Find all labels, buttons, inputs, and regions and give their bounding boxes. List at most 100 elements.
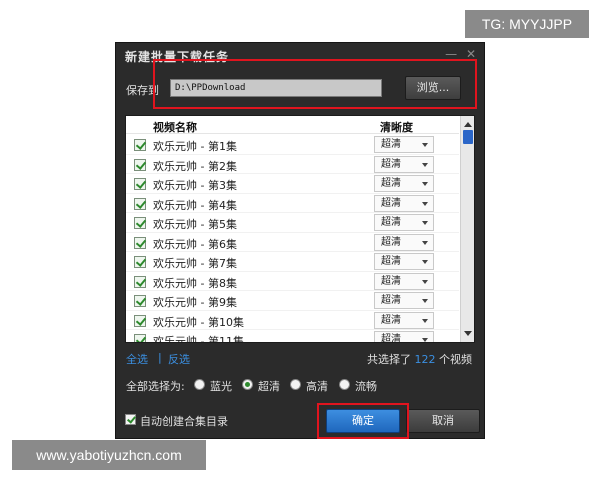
item-definition-value: 超清 — [381, 158, 401, 170]
auto-create-checkbox[interactable] — [125, 414, 136, 425]
item-name: 欢乐元帅 - 第3集 — [153, 179, 237, 192]
radio-hd[interactable] — [290, 379, 301, 390]
list-item[interactable]: 欢乐元帅 - 第2集 超清 — [126, 155, 459, 174]
list-item[interactable]: 欢乐元帅 - 第3集 超清 — [126, 174, 459, 194]
list-item[interactable]: 欢乐元帅 - 第8集 超清 — [126, 272, 459, 291]
list-item[interactable]: 欢乐元帅 - 第1集 超清 — [126, 135, 459, 155]
selected-prefix: 共选择了 — [367, 353, 411, 366]
item-name: 欢乐元帅 - 第9集 — [153, 296, 237, 309]
selected-count-text: 共选择了 122 个视频 — [367, 351, 472, 367]
item-checkbox[interactable] — [134, 256, 146, 268]
watermark-bottom: www.yabotiyuzhcn.com — [12, 440, 206, 470]
item-definition-select[interactable]: 超清 — [374, 253, 434, 270]
item-checkbox[interactable] — [134, 158, 146, 171]
item-checkbox[interactable] — [134, 295, 146, 307]
item-definition-select[interactable]: 超清 — [374, 272, 434, 290]
item-checkbox[interactable] — [134, 197, 146, 210]
item-definition-select[interactable]: 超清 — [374, 136, 434, 153]
item-definition-select[interactable]: 超清 — [374, 194, 434, 212]
invert-select-link[interactable]: 反选 — [168, 351, 190, 367]
list-item[interactable]: 欢乐元帅 - 第11集 超清 — [126, 330, 459, 343]
selection-row: 全选 | 反选 共选择了 122 个视频 — [126, 351, 476, 367]
list-item[interactable]: 欢乐元帅 - 第10集 超清 — [126, 311, 459, 330]
item-definition-value: 超清 — [381, 236, 401, 248]
item-checkbox[interactable] — [134, 139, 146, 151]
item-name: 欢乐元帅 - 第10集 — [153, 315, 244, 329]
browse-button[interactable]: 浏览... — [405, 76, 461, 100]
item-name: 欢乐元帅 - 第6集 — [153, 237, 237, 251]
item-checkbox[interactable] — [134, 217, 146, 229]
batch-download-dialog: 新建批量下载任务 — ✕ 保存到 D:\PPDownload 浏览... 视频名… — [115, 42, 485, 439]
dropdown-arrow-icon — [422, 143, 428, 147]
item-definition-select[interactable]: 超清 — [374, 155, 434, 173]
scroll-up-icon[interactable] — [464, 122, 472, 127]
selected-suffix: 个视频 — [439, 353, 472, 366]
select-all-link[interactable]: 全选 — [126, 351, 148, 367]
item-definition-value: 超清 — [381, 334, 401, 343]
item-name: 欢乐元帅 - 第1集 — [153, 140, 237, 153]
minimize-icon[interactable]: — — [445, 47, 457, 61]
dropdown-arrow-icon — [422, 162, 428, 167]
dialog-title: 新建批量下载任务 — [125, 50, 230, 64]
footer-row: 自动创建合集目录 确定 取消 — [116, 405, 484, 435]
item-name: 欢乐元帅 - 第2集 — [153, 159, 237, 173]
list-item[interactable]: 欢乐元帅 - 第6集 超清 — [126, 233, 459, 252]
item-definition-value: 超清 — [381, 139, 401, 150]
cancel-button[interactable]: 取消 — [406, 409, 480, 433]
title-bar: 新建批量下载任务 — ✕ — [116, 43, 484, 67]
list-header: 视频名称 清晰度 — [126, 116, 459, 134]
item-definition-select[interactable]: 超清 — [374, 214, 434, 231]
item-definition-value: 超清 — [381, 275, 401, 287]
item-checkbox[interactable] — [134, 236, 146, 249]
save-path-input[interactable]: D:\PPDownload — [170, 79, 382, 97]
link-separator: | — [158, 351, 162, 364]
item-checkbox[interactable] — [134, 314, 146, 327]
ok-button[interactable]: 确定 — [326, 409, 400, 433]
select-all-as-label: 全部选择为: — [126, 380, 185, 393]
window-controls: — ✕ — [440, 47, 476, 61]
radio-bluray[interactable] — [194, 379, 205, 390]
item-checkbox[interactable] — [134, 178, 146, 190]
dropdown-arrow-icon — [422, 260, 428, 264]
save-to-label: 保存到 — [126, 84, 159, 97]
watermark-top: TG: MYYJJPP — [465, 10, 589, 38]
radio-label-smooth: 流畅 — [355, 380, 377, 393]
dropdown-arrow-icon — [422, 299, 428, 303]
radio-label-bluray: 蓝光 — [210, 380, 232, 393]
item-definition-value: 超清 — [381, 217, 401, 228]
list-item[interactable]: 欢乐元帅 - 第4集 超清 — [126, 194, 459, 213]
dropdown-arrow-icon — [422, 240, 428, 245]
item-name: 欢乐元帅 - 第4集 — [153, 198, 237, 212]
selected-count: 122 — [414, 353, 436, 366]
item-definition-value: 超清 — [381, 295, 401, 306]
list-item[interactable]: 欢乐元帅 - 第9集 超清 — [126, 291, 459, 311]
item-definition-select[interactable]: 超清 — [374, 292, 434, 309]
column-header-name: 视频名称 — [153, 121, 197, 134]
dropdown-arrow-icon — [422, 338, 428, 342]
video-list: 视频名称 清晰度 欢乐元帅 - 第1集 超清 欢乐元帅 - 第2集 超清 欢乐元帅 - … — [125, 115, 475, 343]
close-icon[interactable]: ✕ — [466, 47, 476, 61]
quality-select-all-row: 全部选择为: 蓝光 超清 高清 流畅 — [126, 378, 476, 394]
item-name: 欢乐元帅 - 第5集 — [153, 218, 237, 231]
item-checkbox[interactable] — [134, 334, 146, 342]
dropdown-arrow-icon — [422, 318, 428, 323]
scroll-thumb[interactable] — [463, 130, 473, 144]
dropdown-arrow-icon — [422, 279, 428, 284]
radio-smooth[interactable] — [339, 379, 350, 390]
radio-label-hd: 高清 — [306, 380, 328, 393]
item-definition-value: 超清 — [381, 197, 401, 209]
item-name: 欢乐元帅 - 第11集 — [153, 335, 244, 343]
item-definition-select[interactable]: 超清 — [374, 311, 434, 329]
scroll-down-icon[interactable] — [464, 331, 472, 336]
radio-label-super-hd: 超清 — [258, 380, 280, 393]
item-definition-value: 超清 — [381, 256, 401, 267]
item-definition-select[interactable]: 超清 — [374, 331, 434, 343]
list-scrollbar[interactable] — [460, 116, 474, 342]
list-item[interactable]: 欢乐元帅 - 第7集 超清 — [126, 252, 459, 272]
list-item[interactable]: 欢乐元帅 - 第5集 超清 — [126, 213, 459, 233]
item-definition-select[interactable]: 超清 — [374, 233, 434, 251]
radio-super-hd[interactable] — [242, 379, 253, 390]
item-definition-value: 超清 — [381, 178, 401, 189]
item-checkbox[interactable] — [134, 275, 146, 288]
item-definition-select[interactable]: 超清 — [374, 175, 434, 192]
